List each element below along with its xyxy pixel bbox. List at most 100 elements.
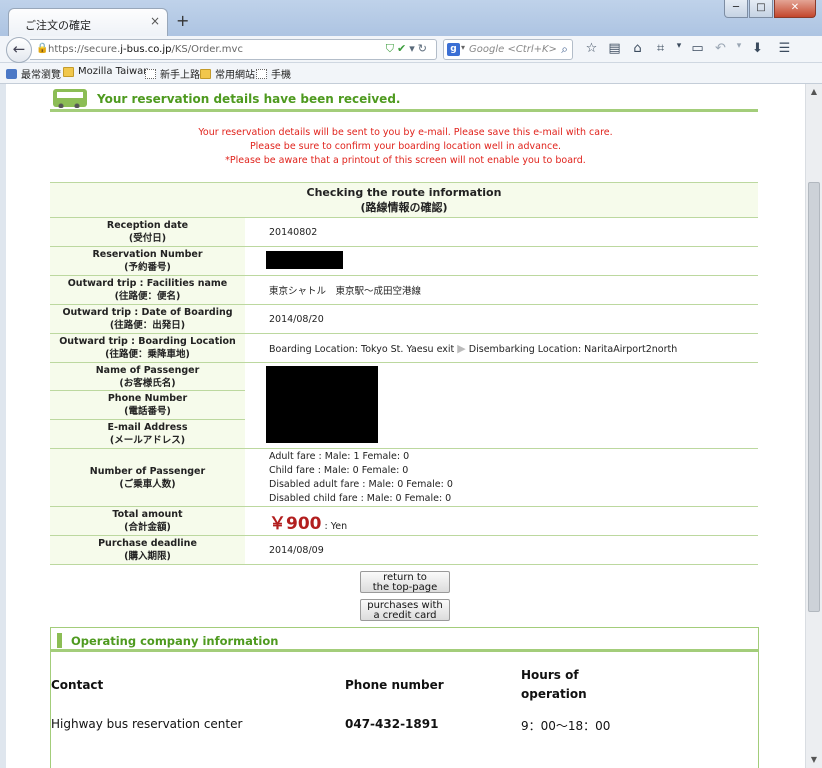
lock-icon: 🔒 bbox=[36, 43, 49, 54]
operating-company-header: Operating company information bbox=[51, 628, 758, 652]
operating-company-section: Operating company information Contact Ph… bbox=[50, 627, 759, 768]
phone-value: 047-432-1891 bbox=[345, 717, 439, 731]
row-label: Reception date (受付日) bbox=[50, 217, 245, 247]
passenger-count-value: Adult fare : Male: 1 Female: 0 Child far… bbox=[245, 448, 758, 507]
boarding-location-value: Boarding Location: Tokyo St. Yaesu exit … bbox=[245, 333, 758, 363]
menu-icon[interactable]: ☰ bbox=[773, 41, 796, 56]
bookmarks-bar: 最常瀏覽 Mozilla Taiwan 新手上路 常用網站 手機 bbox=[0, 63, 822, 84]
amount: ￥900 bbox=[269, 513, 322, 534]
reading-list-icon[interactable]: ▤ bbox=[603, 41, 626, 56]
most-visited-icon bbox=[6, 68, 17, 79]
vertical-scrollbar[interactable]: ▲ ▼ bbox=[805, 84, 822, 768]
folder-icon bbox=[200, 68, 211, 79]
toolbar-icons: ☆ ▤ ⌂ ⌗ ▾ ▭ ↶ ▾ ⬇ ☰ bbox=[580, 41, 796, 56]
url-bar[interactable]: 🔒 https://secure.j-bus.co.jp/KS/Order.mv… bbox=[30, 39, 437, 60]
check-icon[interactable]: ✔ bbox=[397, 42, 409, 55]
page-icon bbox=[256, 68, 267, 79]
phone-column-header: Phone number bbox=[345, 678, 444, 692]
close-window-button[interactable]: ✕ bbox=[774, 0, 816, 18]
home-icon[interactable]: ⌂ bbox=[626, 41, 649, 56]
contact-column-header: Contact bbox=[51, 678, 104, 692]
tab-title: ご注文の確定 bbox=[25, 19, 91, 32]
scroll-down-icon[interactable]: ▼ bbox=[806, 752, 822, 768]
dropdown-icon[interactable]: ▾ bbox=[409, 42, 418, 55]
notice-line: Your reservation details will be sent to… bbox=[198, 127, 613, 138]
credit-card-purchase-button[interactable]: purchases with a credit card bbox=[360, 599, 450, 621]
redacted-block bbox=[266, 250, 343, 269]
new-tab-button[interactable]: + bbox=[176, 13, 189, 29]
search-bar[interactable]: g ▾ Google <Ctrl+K> ⌕ bbox=[443, 39, 573, 60]
page-header: Your reservation details have been recei… bbox=[50, 84, 758, 112]
scroll-up-icon[interactable]: ▲ bbox=[806, 84, 822, 100]
hours-value: 9：00～18：00 bbox=[521, 719, 611, 733]
section-marker bbox=[57, 633, 62, 648]
bookmark-most-visited[interactable]: 最常瀏覽 bbox=[6, 66, 61, 81]
window-controls: ─ □ ✕ bbox=[723, 0, 816, 18]
search-engine-dropdown-icon[interactable]: ▾ bbox=[461, 43, 465, 52]
bookmark-star-icon[interactable]: ☆ bbox=[580, 41, 603, 56]
row-label: E-mail Address (メールアドレス) bbox=[50, 419, 245, 449]
table-row: Total amount (合計金額) ￥900 : Yen bbox=[50, 506, 758, 536]
notice-line: *Please be aware that a printout of this… bbox=[225, 155, 586, 166]
search-input[interactable]: Google <Ctrl+K> bbox=[469, 44, 557, 55]
title-bar: ご注文の確定 × + ─ □ ✕ bbox=[0, 0, 822, 37]
amount-unit: : Yen bbox=[324, 520, 348, 532]
row-label: Number of Passenger (ご乗車人数) bbox=[50, 448, 245, 507]
route-table-title-ja: (路線情報の確認) bbox=[360, 201, 448, 214]
personal-info-value bbox=[245, 362, 758, 449]
tab-order-confirmation[interactable]: ご注文の確定 × bbox=[8, 8, 168, 37]
page-icon bbox=[145, 68, 156, 79]
url-text[interactable]: https://secure.j-bus.co.jp/KS/Order.mvc bbox=[48, 44, 243, 55]
row-label: Purchase deadline (購入期限) bbox=[50, 535, 245, 565]
undo-dropdown-icon[interactable]: ▾ bbox=[732, 41, 746, 56]
total-amount-value: ￥900 : Yen bbox=[245, 506, 758, 536]
maximize-button[interactable]: □ bbox=[749, 0, 773, 18]
row-label: Reservation Number (予約番号) bbox=[50, 246, 245, 276]
return-top-page-button[interactable]: return to the top-page bbox=[360, 571, 450, 593]
back-button[interactable]: ← bbox=[6, 37, 32, 63]
crop-icon[interactable]: ⌗ bbox=[649, 41, 672, 56]
page-viewport: Your reservation details have been recei… bbox=[6, 84, 805, 768]
row-label: Phone Number (電話番号) bbox=[50, 390, 245, 420]
search-icon[interactable]: ⌕ bbox=[561, 42, 568, 57]
scrollbar-thumb[interactable] bbox=[808, 182, 820, 612]
operating-company-title: Operating company information bbox=[71, 634, 279, 648]
table-row: Outward trip : Facilities name (往路便：便名) 東… bbox=[50, 275, 758, 305]
table-row: Name of Passenger (お客様氏名) bbox=[50, 362, 758, 449]
bookmark-getting-started[interactable]: 新手上路 bbox=[145, 66, 200, 81]
shield-icon[interactable]: ⛉ bbox=[386, 42, 397, 55]
bookmark-mozilla-taiwan[interactable]: Mozilla Taiwan bbox=[63, 66, 150, 77]
table-row: Purchase deadline (購入期限) 2014/08/09 bbox=[50, 535, 758, 565]
navigation-bar: 🔒 https://secure.j-bus.co.jp/KS/Order.mv… bbox=[0, 36, 822, 63]
row-label: Outward trip : Date of Boarding (往路便：出発日) bbox=[50, 304, 245, 334]
page-title: Your reservation details have been recei… bbox=[97, 92, 401, 106]
table-row: Outward trip : Boarding Location (往路便：乗降車… bbox=[50, 333, 758, 363]
folder-icon bbox=[63, 66, 74, 77]
notice-line: Please be sure to confirm your boarding … bbox=[249, 141, 562, 152]
close-tab-icon[interactable]: × bbox=[150, 14, 160, 28]
notice-text: Your reservation details will be sent to… bbox=[6, 126, 805, 168]
url-bar-icons: ⛉✔▾↻ bbox=[386, 42, 430, 56]
dropdown-arrow-icon[interactable]: ▾ bbox=[672, 41, 686, 56]
undo-icon[interactable]: ↶ bbox=[709, 41, 732, 56]
route-table-header: Checking the route information (路線情報の確認) bbox=[50, 182, 758, 218]
reception-date-value: 20140802 bbox=[245, 217, 758, 247]
hours-column-header: Hours of operation bbox=[521, 668, 587, 701]
reload-icon[interactable]: ↻ bbox=[418, 42, 430, 55]
row-label: Outward trip : Facilities name (往路便：便名) bbox=[50, 275, 245, 305]
table-row: Reservation Number (予約番号) bbox=[50, 246, 758, 276]
minimize-button[interactable]: ─ bbox=[724, 0, 748, 18]
reservation-number-value bbox=[245, 246, 758, 276]
bookmark-common-sites[interactable]: 常用網站 bbox=[200, 66, 255, 81]
table-row: Outward trip : Date of Boarding (往路便：出発日)… bbox=[50, 304, 758, 334]
google-g-icon[interactable]: g bbox=[447, 43, 460, 56]
download-icon[interactable]: ⬇ bbox=[746, 41, 769, 56]
row-label: Total amount (合計金額) bbox=[50, 506, 245, 536]
facilities-name-value: 東京シャトル 東京駅～成田空港線 bbox=[245, 275, 758, 305]
table-row: Number of Passenger (ご乗車人数) Adult fare : … bbox=[50, 448, 758, 507]
bookmark-mobile[interactable]: 手機 bbox=[256, 66, 291, 81]
chat-icon[interactable]: ▭ bbox=[686, 41, 709, 56]
contact-value: Highway bus reservation center bbox=[51, 717, 243, 731]
route-table-title: Checking the route information bbox=[306, 186, 502, 199]
arrow-right-icon: ▶ bbox=[457, 341, 466, 355]
